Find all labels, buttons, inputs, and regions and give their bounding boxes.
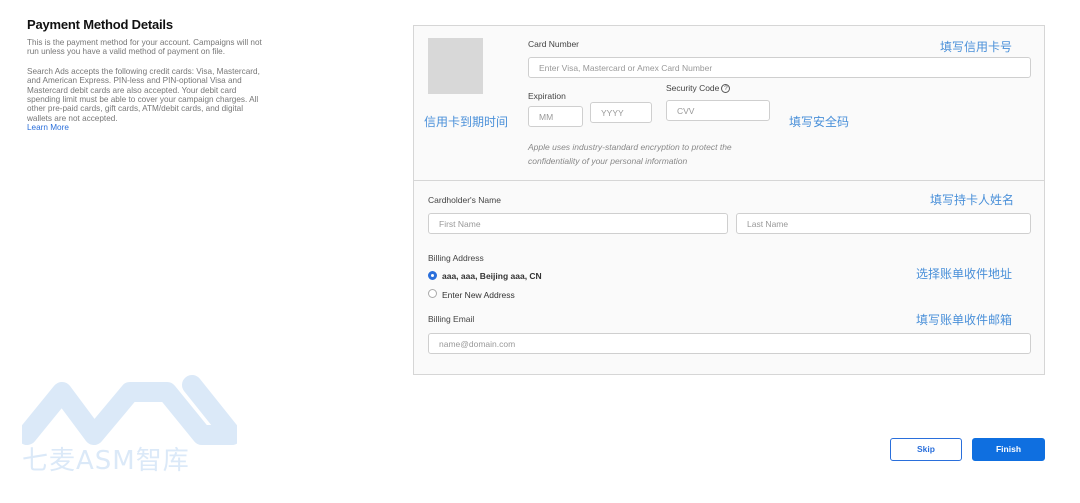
address-new-radio[interactable] (428, 289, 437, 298)
annotation-card-number: 填写信用卡号 (940, 40, 1013, 54)
billing-email-label: Billing Email (428, 314, 475, 324)
address-saved-radio[interactable] (428, 271, 437, 280)
annotation-cardholder: 填写持卡人姓名 (930, 193, 1015, 207)
first-name-input[interactable]: First Name (428, 213, 728, 234)
expiration-month-input[interactable]: MM (528, 106, 583, 127)
payment-form-card: Card Number Enter Visa, Mastercard or Am… (413, 25, 1045, 375)
payment-info-panel: Payment Method Details This is the payme… (27, 17, 267, 133)
expiration-label: Expiration (528, 91, 566, 101)
finish-button[interactable]: Finish (972, 438, 1045, 461)
skip-button[interactable]: Skip (890, 438, 962, 461)
annotation-address: 选择账单收件地址 (916, 267, 1013, 281)
annotation-security: 填写安全码 (789, 115, 850, 129)
last-name-input[interactable]: Last Name (736, 213, 1031, 234)
card-image-placeholder (428, 38, 483, 94)
address-saved-label[interactable]: aaa, aaa, Beijing aaa, CN (442, 271, 542, 281)
info-paragraph-2: Search Ads accepts the following credit … (27, 66, 260, 123)
annotation-email: 填写账单收件邮箱 (916, 313, 1013, 327)
page-title: Payment Method Details (27, 17, 173, 32)
card-details-section: Card Number Enter Visa, Mastercard or Am… (414, 26, 1044, 181)
billing-address-label: Billing Address (428, 253, 484, 263)
watermark-text: 七麦ASM智库 (22, 446, 190, 476)
learn-more-link[interactable]: Learn More (27, 123, 267, 133)
security-code-label: Security Code? (666, 83, 731, 93)
billing-email-input[interactable]: name@domain.com (428, 333, 1031, 354)
address-new-label[interactable]: Enter New Address (442, 290, 515, 300)
encryption-note: Apple uses industry-standard encryption … (528, 142, 732, 166)
card-number-input[interactable]: Enter Visa, Mastercard or Amex Card Numb… (528, 57, 1031, 78)
expiration-year-input[interactable]: YYYY (590, 102, 652, 123)
info-paragraph-1: This is the payment method for your acco… (27, 38, 262, 57)
card-number-label: Card Number (528, 39, 580, 49)
security-code-input[interactable]: CVV (666, 100, 770, 121)
cardholder-name-label: Cardholder's Name (428, 195, 501, 205)
help-icon[interactable]: ? (721, 84, 731, 93)
annotation-expiry: 信用卡到期时间 (424, 115, 509, 129)
